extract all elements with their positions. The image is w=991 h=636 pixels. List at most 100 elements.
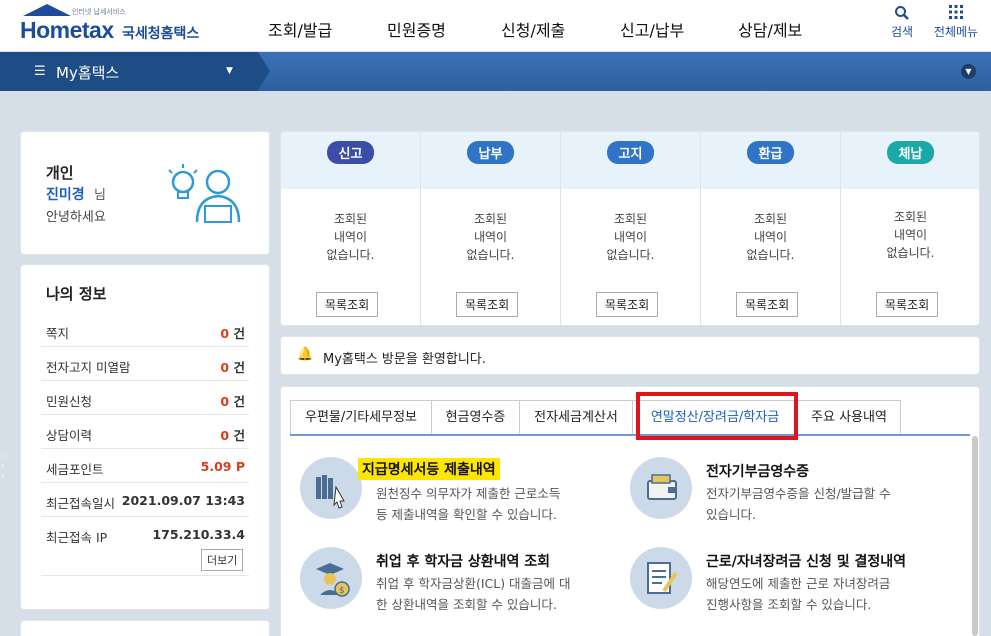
svg-text:$: $ xyxy=(339,586,345,596)
column-header: 고지 xyxy=(561,132,700,189)
nav-application-submit[interactable]: 신청/제출 xyxy=(501,17,565,41)
status-column-refund: 환급 조회된 내역이 없습니다. 목록조회 xyxy=(701,132,841,325)
list-view-button[interactable]: 목록조회 xyxy=(876,292,939,317)
list-view-button[interactable]: 목록조회 xyxy=(596,292,659,317)
logo-roof-icon xyxy=(23,4,71,16)
my-hometax-label: My홈택스 xyxy=(56,64,120,82)
greeting-text: 안녕하세요 xyxy=(46,210,106,225)
column-header: 납부 xyxy=(421,132,560,189)
service-title[interactable]: 지급명세서등 제출내역 xyxy=(358,458,500,480)
info-value: 175.210.33.4 xyxy=(152,527,245,542)
user-type: 개인 xyxy=(46,164,74,182)
list-view-button[interactable]: 목록조회 xyxy=(456,292,519,317)
service-description: 해당연도에 제출한 근로 자녀장려금 진행사항을 조회할 수 있습니다. xyxy=(706,576,891,612)
list-view-button[interactable]: 목록조회 xyxy=(736,292,799,317)
books-icon xyxy=(300,457,362,519)
info-value: 0 건 xyxy=(220,326,245,341)
info-label: 상담이력 xyxy=(46,428,93,443)
user-name[interactable]: 진미경 xyxy=(46,184,85,204)
info-value: 0 건 xyxy=(220,394,245,409)
info-label: 최근접속일시 xyxy=(46,496,116,511)
info-label: 민원신청 xyxy=(46,394,93,409)
status-column-arrears: 체납 조회된 내역이 없습니다. 목록조회 xyxy=(841,132,979,325)
decorative-dots: · · · xyxy=(0,446,6,487)
status-column-report: 신고 조회된 내역이 없습니다. 목록조회 xyxy=(281,132,421,325)
info-label: 전자고지 미열람 xyxy=(46,360,131,375)
hamburger-icon: ☰ xyxy=(34,64,46,79)
next-card xyxy=(20,620,270,636)
status-column-payment: 납부 조회된 내역이 없습니다. 목록조회 xyxy=(421,132,561,325)
empty-message: 조회된 내역이 없습니다. xyxy=(886,210,935,260)
user-idea-icon xyxy=(168,164,241,223)
logo-korean-name: 국세청홈택스 xyxy=(122,26,200,42)
status-pill: 납부 xyxy=(466,141,515,164)
list-view-button[interactable]: 목록조회 xyxy=(316,292,379,317)
empty-message: 조회된 내역이 없습니다. xyxy=(466,212,515,262)
info-row-consult-history[interactable]: 상담이력 0 건 xyxy=(41,415,249,449)
tab-mail-tax-info[interactable]: 우편물/기타세무정보 xyxy=(290,400,432,435)
nav-inquiry-issue[interactable]: 조회/발급 xyxy=(268,17,332,41)
info-label: 쪽지 xyxy=(46,326,70,341)
bell-icon: 🔔 xyxy=(297,347,314,362)
column-header: 신고 xyxy=(281,132,420,189)
status-pill: 환급 xyxy=(746,141,795,164)
info-row-last-access-ip: 최근접속 IP 175.210.33.4 xyxy=(41,517,249,551)
greeting-card: 개인 진미경 님 안녕하세요 xyxy=(20,131,270,255)
tab-main-usage[interactable]: 주요 사용내역 xyxy=(797,400,901,435)
expand-chevron-icon[interactable]: ▼ xyxy=(961,64,976,79)
info-value: 0 건 xyxy=(220,428,245,443)
welcome-notice-bar: 🔔 My홈택스 방문을 환영합니다. xyxy=(280,336,980,375)
column-header: 환급 xyxy=(701,132,840,189)
search-icon xyxy=(875,5,929,23)
highlight-callout-box xyxy=(636,392,798,440)
info-value: 0 건 xyxy=(220,360,245,375)
graduate-icon: $ xyxy=(300,547,362,609)
status-summary-card: 신고 조회된 내역이 없습니다. 목록조회 납부 조회된 내역이 없습니다. 목록조회 … xyxy=(280,131,980,326)
search-button[interactable]: 검색 xyxy=(875,5,929,40)
nav-report-pay[interactable]: 신고/납부 xyxy=(620,17,684,41)
my-info-title: 나의 정보 xyxy=(46,285,107,303)
scrollbar[interactable] xyxy=(972,436,978,636)
nav-consult-report[interactable]: 상담/제보 xyxy=(738,17,802,41)
info-label: 최근접속 IP xyxy=(46,530,108,545)
service-title[interactable]: 취업 후 학자금 상환내역 조회 xyxy=(376,551,550,571)
all-menu-button[interactable]: 전체메뉴 xyxy=(929,5,983,40)
empty-message: 조회된 내역이 없습니다. xyxy=(746,212,795,262)
nav-civil-certificate[interactable]: 민원증명 xyxy=(387,17,446,41)
info-row-tax-points[interactable]: 세금포인트 5.09 P xyxy=(41,449,249,483)
empty-message: 조회된 내역이 없습니다. xyxy=(606,212,655,262)
service-description: 전자기부금영수증을 신청/발급할 수 있습니다. xyxy=(706,486,891,522)
service-description: 원천징수 의무자가 제출한 근로소득 등 제출내역을 확인할 수 있습니다. xyxy=(376,486,561,522)
logo-wordmark: Hometax xyxy=(20,17,114,43)
grid-menu-icon xyxy=(929,5,983,23)
my-info-card: 나의 정보 쪽지 0 건 전자고지 미열람 0 건 민원신청 0 건 상담이력 … xyxy=(20,264,270,610)
info-label: 세금포인트 xyxy=(46,462,104,477)
info-value: 2021.09.07 13:43 xyxy=(121,493,245,508)
tab-cash-receipt[interactable]: 현금영수증 xyxy=(431,400,520,435)
status-pill: 체납 xyxy=(886,141,935,164)
info-row-e-notice[interactable]: 전자고지 미열람 0 건 xyxy=(41,347,249,381)
column-header: 체납 xyxy=(841,132,979,189)
service-title[interactable]: 근로/자녀장려금 신청 및 결정내역 xyxy=(706,551,906,571)
menu-arrow-tip xyxy=(258,52,270,90)
status-pill: 신고 xyxy=(326,141,375,164)
service-description: 취업 후 학자금상환(ICL) 대출금에 대한 상환내역을 조회할 수 있습니다… xyxy=(376,576,571,612)
empty-message: 조회된 내역이 없습니다. xyxy=(326,212,375,262)
tab-underline xyxy=(290,434,970,436)
tab-e-tax-invoice[interactable]: 전자세금계산서 xyxy=(519,400,633,435)
wallet-icon xyxy=(630,457,692,519)
logo-tagline: 인터넷 납세서비스 xyxy=(72,8,126,16)
document-pen-icon xyxy=(630,547,692,609)
info-row-last-access-time: 최근접속일시 2021.09.07 13:43 xyxy=(41,483,249,517)
my-hometax-menu[interactable]: ☰ My홈택스 ▼ xyxy=(0,52,270,91)
info-row-civil-application[interactable]: 민원신청 0 건 xyxy=(41,381,249,415)
service-title[interactable]: 전자기부금영수증 xyxy=(706,461,809,481)
status-column-notice: 고지 조회된 내역이 없습니다. 목록조회 xyxy=(561,132,701,325)
hometax-logo[interactable]: 인터넷 납세서비스 Hometax 국세청홈택스 xyxy=(20,4,210,48)
top-header: 인터넷 납세서비스 Hometax 국세청홈택스 조회/발급 민원증명 신청/제… xyxy=(0,0,991,52)
info-row-messages[interactable]: 쪽지 0 건 xyxy=(41,313,249,347)
welcome-message: My홈택스 방문을 환영합니다. xyxy=(323,352,486,367)
info-value: 5.09 P xyxy=(200,459,245,474)
divider xyxy=(41,575,249,576)
more-button[interactable]: 더보기 xyxy=(201,549,244,571)
